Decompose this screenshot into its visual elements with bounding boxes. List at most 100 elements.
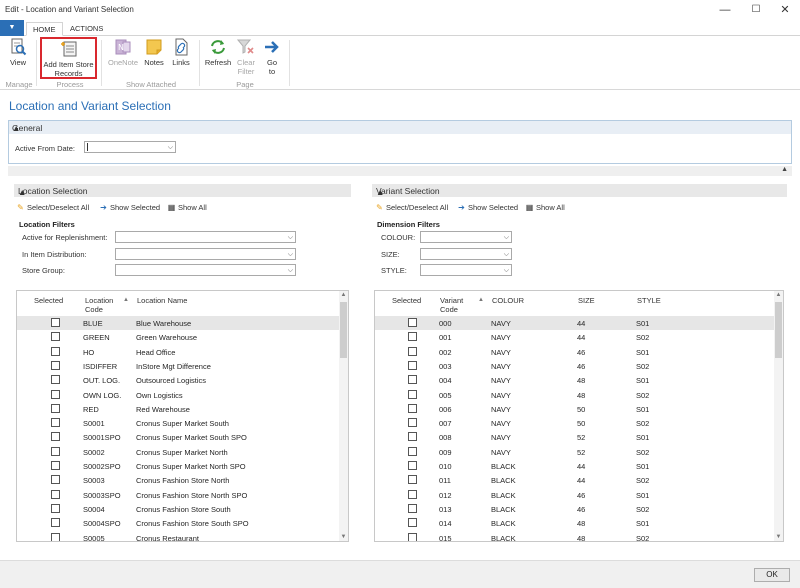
chevron-down-icon[interactable]: ⌵ (504, 249, 509, 260)
add-item-store-records-button[interactable]: Add Item Store Records (40, 37, 97, 79)
application-menu-button[interactable]: ▼ (0, 20, 24, 36)
column-header-size[interactable]: SIZE (578, 296, 595, 305)
collapse-icon[interactable]: ▲ (376, 187, 783, 197)
row-checkbox[interactable] (51, 318, 60, 327)
table-row[interactable]: 000 NAVY 44 S01 (375, 316, 776, 331)
row-checkbox[interactable] (51, 375, 60, 385)
variant-grid-scrollbar[interactable]: ▲ ▼ (774, 291, 783, 541)
row-checkbox[interactable] (51, 403, 60, 413)
table-row[interactable]: S0004SPO Cronus Fashion Store South SPO (17, 516, 341, 530)
scrollbar-thumb[interactable] (775, 302, 782, 358)
variant-show-all-button[interactable]: ▦ Show All (525, 203, 565, 212)
size-dropdown[interactable]: ⌵ (420, 248, 512, 260)
column-header-variant-code[interactable]: Variant Code (440, 296, 463, 314)
refresh-button[interactable]: Refresh (203, 38, 233, 67)
table-row[interactable]: S0001 Cronus Super Market South (17, 416, 341, 430)
table-row[interactable]: S0002 Cronus Super Market North (17, 445, 341, 459)
active-replenishment-dropdown[interactable]: ⌵ (115, 231, 296, 243)
row-checkbox[interactable] (51, 389, 60, 399)
scroll-down-icon[interactable]: ▼ (774, 534, 783, 540)
table-row[interactable]: OWN LOG. Own Logistics (17, 388, 341, 402)
scroll-up-icon[interactable]: ▲ (774, 292, 783, 298)
select-deselect-all-button[interactable]: ✎ Select/Deselect All (16, 203, 89, 212)
row-checkbox[interactable] (408, 346, 417, 356)
chevron-down-icon[interactable]: ⌵ (288, 249, 293, 260)
show-all-button[interactable]: ▦ Show All (167, 203, 207, 212)
column-header-selected[interactable]: Selected (392, 296, 421, 305)
row-checkbox[interactable] (408, 332, 417, 342)
row-checkbox[interactable] (51, 532, 60, 541)
table-row[interactable]: HO Head Office (17, 345, 341, 359)
row-checkbox[interactable] (408, 489, 417, 499)
row-checkbox[interactable] (51, 518, 60, 528)
row-checkbox[interactable] (408, 503, 417, 513)
table-row[interactable]: RED Red Warehouse (17, 402, 341, 416)
table-row[interactable]: S0003 Cronus Fashion Store North (17, 473, 341, 487)
table-row[interactable]: 011 BLACK 44 S02 (375, 473, 776, 487)
table-row[interactable]: S0001SPO Cronus Super Market South SPO (17, 430, 341, 444)
item-distribution-dropdown[interactable]: ⌵ (115, 248, 296, 260)
location-grid-scrollbar[interactable]: ▲ ▼ (339, 291, 348, 541)
table-row[interactable]: ISDIFFER InStore Mgt Difference (17, 359, 341, 373)
variant-select-deselect-all-button[interactable]: ✎ Select/Deselect All (375, 203, 448, 212)
colour-dropdown[interactable]: ⌵ (420, 231, 512, 243)
table-row[interactable]: 014 BLACK 48 S01 (375, 516, 776, 530)
variant-show-selected-button[interactable]: ➔ Show Selected (457, 203, 518, 212)
row-checkbox[interactable] (408, 446, 417, 456)
scrollbar-thumb[interactable] (340, 302, 347, 358)
chevron-down-icon[interactable]: ⌵ (504, 265, 509, 276)
column-header-selected[interactable]: Selected (34, 296, 63, 305)
tab-home[interactable]: HOME (26, 22, 63, 36)
variant-selection-header[interactable]: Variant Selection ▲ (372, 184, 787, 197)
chevron-down-icon[interactable]: ⌵ (288, 232, 293, 243)
row-checkbox[interactable] (51, 432, 60, 442)
table-row[interactable]: 005 NAVY 48 S02 (375, 388, 776, 402)
chevron-down-icon[interactable]: ⌵ (288, 265, 293, 276)
row-checkbox[interactable] (408, 461, 417, 470)
show-selected-button[interactable]: ➔ Show Selected (99, 203, 160, 212)
collapse-icon[interactable]: ▲ (18, 187, 347, 197)
table-row[interactable]: 009 NAVY 52 S02 (375, 445, 776, 459)
row-checkbox[interactable] (408, 432, 417, 442)
close-button[interactable]: ✕ (770, 0, 800, 20)
onenote-button[interactable]: N OneNote (106, 38, 140, 67)
column-header-location-code[interactable]: Location Code (85, 296, 113, 314)
collapse-icon[interactable]: ▲ (781, 166, 788, 173)
table-row[interactable]: OUT. LOG. Outsourced Logistics (17, 373, 341, 387)
row-checkbox[interactable] (408, 475, 417, 485)
notes-button[interactable]: Notes (142, 38, 166, 67)
row-checkbox[interactable] (51, 475, 60, 485)
row-checkbox[interactable] (51, 461, 60, 470)
column-header-style[interactable]: STYLE (637, 296, 661, 305)
scroll-down-icon[interactable]: ▼ (339, 534, 348, 540)
general-header[interactable]: General ▲ (9, 121, 791, 134)
row-checkbox[interactable] (51, 360, 60, 370)
table-row[interactable]: 003 NAVY 46 S02 (375, 359, 776, 373)
table-row[interactable]: S0003SPO Cronus Fashion Store North SPO (17, 488, 341, 502)
maximize-button[interactable]: ☐ (741, 0, 771, 20)
links-button[interactable]: Links (169, 38, 193, 67)
row-checkbox[interactable] (51, 346, 60, 356)
table-row[interactable]: 006 NAVY 50 S01 (375, 402, 776, 416)
collapse-icon[interactable]: ▲ (12, 123, 787, 133)
style-dropdown[interactable]: ⌵ (420, 264, 512, 276)
location-selection-header[interactable]: Location Selection ▲ (14, 184, 351, 197)
table-row[interactable]: S0005 Cronus Restaurant (17, 531, 341, 541)
scroll-up-icon[interactable]: ▲ (339, 292, 348, 298)
table-row[interactable]: 008 NAVY 52 S01 (375, 430, 776, 444)
column-header-location-name[interactable]: Location Name (137, 296, 187, 305)
row-checkbox[interactable] (51, 503, 60, 513)
ok-button[interactable]: OK (754, 568, 790, 582)
row-checkbox[interactable] (408, 518, 417, 528)
table-row[interactable]: 001 NAVY 44 S02 (375, 330, 776, 344)
active-from-date-field[interactable]: ⌵ (84, 141, 176, 153)
row-checkbox[interactable] (51, 446, 60, 456)
row-checkbox[interactable] (408, 418, 417, 428)
table-row[interactable]: 013 BLACK 46 S02 (375, 502, 776, 516)
table-row[interactable]: 004 NAVY 48 S01 (375, 373, 776, 387)
minimize-button[interactable]: — (710, 0, 740, 20)
clear-filter-button[interactable]: Clear Filter (235, 38, 257, 76)
row-checkbox[interactable] (408, 403, 417, 413)
table-row[interactable]: BLUE Blue Warehouse (17, 316, 341, 331)
row-checkbox[interactable] (51, 332, 60, 342)
